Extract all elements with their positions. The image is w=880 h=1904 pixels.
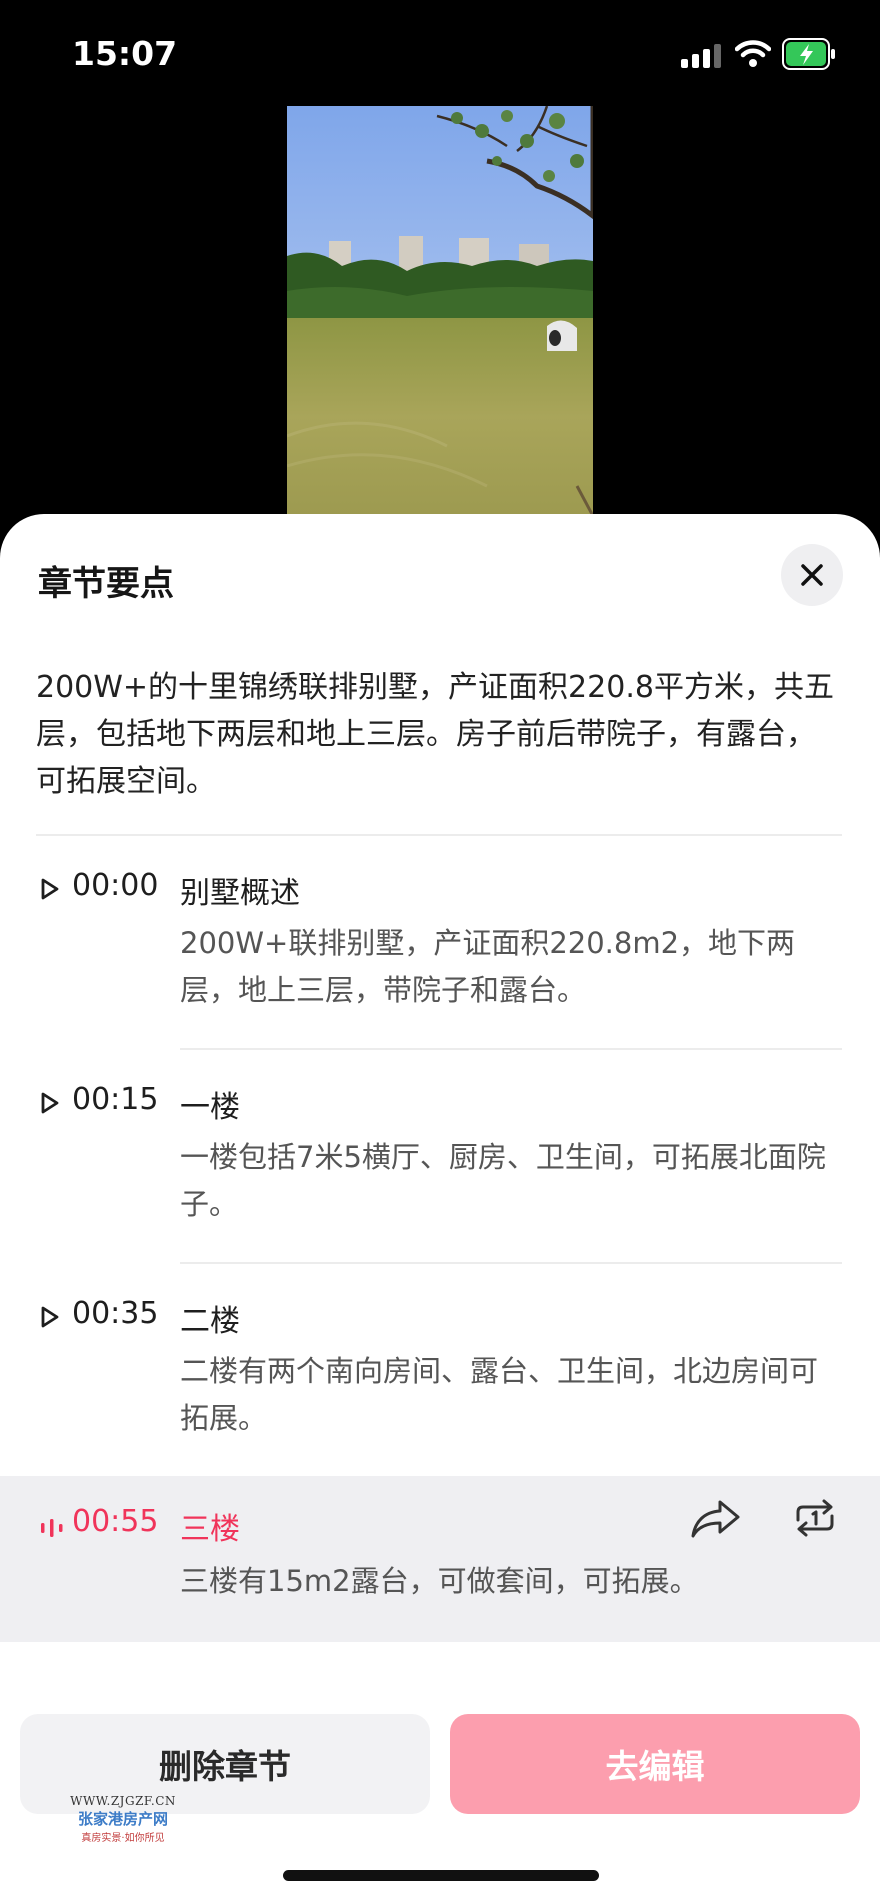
sheet-title: 章节要点 — [38, 564, 174, 604]
chapter-time[interactable]: 00:55 — [72, 1504, 158, 1539]
chapter-item[interactable]: 00:35 二楼 二楼有两个南向房间、露台、卫生间，北边房间可拓展。 — [0, 1296, 880, 1436]
chapter-title: 别墅概述 — [180, 876, 300, 911]
video-preview[interactable] — [287, 106, 593, 516]
home-indicator[interactable] — [283, 1870, 599, 1881]
battery-charging-icon — [782, 38, 835, 70]
chapter-description: 一楼包括7米5横厅、厨房、卫生间，可拓展北面院子。 — [180, 1140, 826, 1221]
chapter-divider — [180, 1048, 842, 1050]
video-frame-image — [287, 106, 593, 516]
status-bar: 15:07 — [0, 0, 880, 110]
watermark-slogan: 真房实景·如你所见 — [81, 1833, 165, 1844]
video-summary: 200W+的十里锦绣联排别墅，产证面积220.8平方米，共五层，包括地下两层和地… — [36, 670, 834, 799]
chapter-time[interactable]: 00:15 — [72, 1082, 158, 1117]
chapter-time[interactable]: 00:35 — [72, 1296, 158, 1331]
play-icon — [41, 1306, 59, 1328]
chapter-title: 三楼 — [180, 1512, 240, 1547]
wifi-icon — [735, 40, 771, 67]
close-button[interactable] — [781, 544, 843, 606]
playing-waveform-icon — [41, 1519, 63, 1537]
chapter-description: 三楼有15m2露台，可做套间，可拓展。 — [180, 1564, 699, 1598]
chapter-description: 二楼有两个南向房间、露台、卫生间，北边房间可拓展。 — [180, 1354, 819, 1435]
chapter-item[interactable]: 00:00 别墅概述 200W+联排别墅，产证面积220.8m2，地下两层，地上… — [0, 868, 880, 1008]
chapter-description: 200W+联排别墅，产证面积220.8m2，地下两层，地上三层，带院子和露台。 — [180, 926, 796, 1007]
edit-button[interactable]: 去编辑 — [450, 1714, 860, 1814]
summary-divider — [36, 834, 842, 836]
chapter-item-active[interactable]: 00:55 三楼 三楼有15m2露台，可做套间，可拓展。 — [0, 1476, 880, 1642]
play-icon — [41, 1092, 59, 1114]
watermark-url: WWW.ZJGZF.CN — [70, 1794, 176, 1808]
status-time: 15:07 — [72, 34, 178, 73]
chapter-divider — [180, 1262, 842, 1264]
play-icon — [41, 878, 59, 900]
chapter-time[interactable]: 00:00 — [72, 868, 158, 903]
chapter-title: 二楼 — [180, 1304, 240, 1339]
chapter-title: 一楼 — [180, 1090, 240, 1125]
close-icon — [801, 564, 823, 586]
chapter-summary-sheet: 章节要点 200W+的十里锦绣联排别墅，产证面积220.8平方米，共五层，包括地… — [0, 514, 880, 1904]
share-icon[interactable] — [690, 1498, 742, 1538]
cellular-signal-icon — [681, 44, 721, 68]
chapter-item[interactable]: 00:15 一楼 一楼包括7米5横厅、厨房、卫生间，可拓展北面院子。 — [0, 1082, 880, 1222]
watermark-logo: WWW.ZJGZF.CN 张家港房产网 真房实景·如你所见 — [58, 1794, 188, 1844]
watermark-name: 张家港房产网 — [77, 1810, 168, 1828]
loop-icon[interactable] — [792, 1498, 838, 1538]
